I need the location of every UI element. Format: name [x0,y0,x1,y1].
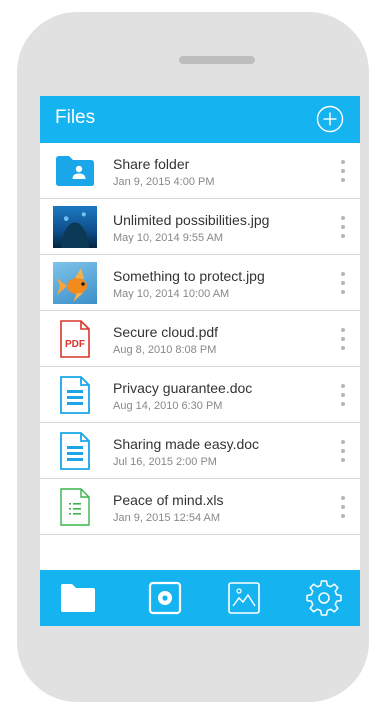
file-date: Aug 8, 2010 8:08 PM [113,344,217,356]
file-date: May 10, 2014 9:55 AM [113,232,224,244]
dot [341,384,345,388]
dot [341,272,345,276]
doc-file-icon [53,375,97,415]
nav-safe[interactable] [145,579,185,617]
doc-file-icon [53,431,97,471]
xls-file-icon [53,487,97,527]
dot [341,216,345,220]
plus-circle-icon [316,105,344,133]
goldfish-photo-thumbnail [53,262,97,304]
dot [341,328,345,332]
file-date: Jan 9, 2015 12:54 AM [113,512,221,524]
file-row-privacy-guarantee[interactable]: Privacy guarantee.doc Aug 14, 2010 6:30 … [40,367,360,423]
more-options-button[interactable] [338,328,348,350]
image-icon [228,582,260,614]
more-options-button[interactable] [338,160,348,182]
file-list: Share folder Jan 9, 2015 4:00 PM Unlimit… [40,143,360,535]
file-date: May 10, 2014 10:00 AM [113,288,230,300]
dot [341,496,345,500]
file-date: Jan 9, 2015 4:00 PM [113,176,215,188]
nav-photos[interactable] [224,579,264,617]
file-row-peace-of-mind[interactable]: Peace of mind.xls Jan 9, 2015 12:54 AM [40,479,360,535]
file-row-secure-cloud[interactable]: PDF Secure cloud.pdf Aug 8, 2010 8:08 PM [40,311,360,367]
safe-icon [148,581,182,615]
pdf-label: PDF [65,339,85,350]
dot [341,178,345,182]
phone-speaker [179,56,255,64]
more-options-button[interactable] [338,216,348,238]
pdf-file-icon: PDF [53,319,97,359]
dot [341,169,345,173]
app-screen: Files Share folder Jan 9, 2015 4:00 PM U… [40,96,360,626]
file-name: Secure cloud.pdf [113,324,219,340]
dot [341,514,345,518]
file-name: Share folder [113,156,190,172]
file-row-share-folder[interactable]: Share folder Jan 9, 2015 4:00 PM [40,143,360,199]
aquarium-photo-thumbnail [53,206,97,248]
file-name: Sharing made easy.doc [113,436,260,452]
add-button[interactable] [316,105,344,133]
shared-folder-icon [53,151,97,191]
more-options-button[interactable] [338,272,348,294]
dot [341,337,345,341]
file-date: Aug 14, 2010 6:30 PM [113,400,223,412]
page-title: Files [55,107,96,128]
file-row-unlimited-possibilities[interactable]: Unlimited possibilities.jpg May 10, 2014… [40,199,360,255]
dot [341,346,345,350]
nav-files[interactable] [58,579,98,617]
dot [341,393,345,397]
file-row-something-to-protect[interactable]: Something to protect.jpg May 10, 2014 10… [40,255,360,311]
file-row-sharing-made-easy[interactable]: Sharing made easy.doc Jul 16, 2015 2:00 … [40,423,360,479]
more-options-button[interactable] [338,496,348,518]
file-name: Peace of mind.xls [113,492,224,508]
file-date: Jul 16, 2015 2:00 PM [113,456,217,468]
gear-icon [306,580,342,616]
file-name: Privacy guarantee.doc [113,380,253,396]
app-header: Files [40,96,360,143]
file-name: Unlimited possibilities.jpg [113,212,270,228]
more-options-button[interactable] [338,440,348,462]
dot [341,290,345,294]
folder-icon [61,584,95,612]
bottom-nav [40,570,360,626]
nav-settings[interactable] [304,579,344,617]
dot [341,225,345,229]
file-name: Something to protect.jpg [113,268,265,284]
dot [341,449,345,453]
dot [341,281,345,285]
dot [341,234,345,238]
dot [341,505,345,509]
dot [341,440,345,444]
dot [341,160,345,164]
more-options-button[interactable] [338,384,348,406]
dot [341,402,345,406]
dot [341,458,345,462]
